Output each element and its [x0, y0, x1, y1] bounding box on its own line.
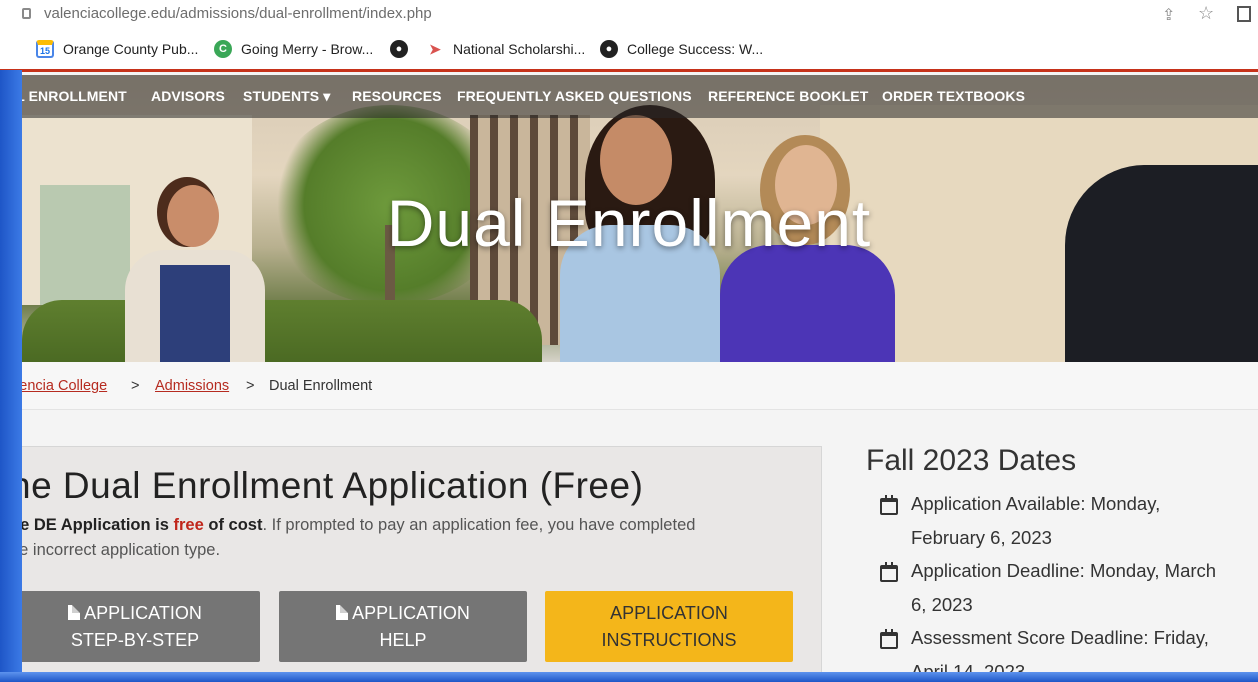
hero-title: Dual Enrollment — [386, 186, 872, 260]
application-step-by-step-button[interactable]: APPLICATION STEP-BY-STEP — [10, 591, 260, 662]
screenshot-frame-bottom — [0, 672, 1258, 682]
application-title: he Dual Enrollment Application (Free) — [10, 465, 644, 506]
date-line: Application Deadline: Monday, March — [911, 560, 1217, 581]
bookmark-label: Going Merry - Brow... — [241, 41, 374, 57]
calendar-icon: 15 — [36, 40, 54, 58]
button-label: APPLICATION — [352, 602, 470, 623]
bookmark-label: College Success: W... — [627, 41, 764, 57]
shrubs — [22, 300, 542, 362]
nav-dual-enrollment[interactable]: AL ENROLLMENT — [6, 88, 127, 104]
main-nav: AL ENROLLMENT ADVISORS STUDENTS ▾ RESOUR… — [0, 75, 1258, 118]
bookmark-star-icon[interactable]: ☆ — [1198, 3, 1214, 24]
button-label: APPLICATION — [610, 602, 728, 623]
nav-advisors[interactable]: ADVISORS — [151, 88, 225, 104]
button-label: STEP-BY-STEP — [70, 629, 200, 650]
bookmark-college-success[interactable]: ● College Success: W... — [600, 40, 763, 58]
window-icon[interactable] — [1237, 6, 1251, 22]
bookmark-going-merry[interactable]: C Going Merry - Brow... — [214, 40, 373, 58]
document-icon — [336, 604, 349, 620]
airplane-icon: ➤ — [429, 40, 441, 57]
breadcrumb-separator: > — [246, 378, 255, 394]
going-merry-icon: C — [214, 40, 232, 58]
note-rest: . If prompted to pay an application fee,… — [262, 516, 696, 534]
fall-dates-title: Fall 2023 Dates — [866, 444, 1077, 477]
calendar-icon — [880, 629, 898, 649]
date-line: 6, 2023 — [911, 594, 973, 615]
bookmark-globe[interactable]: ● — [390, 40, 417, 58]
date-line: Assessment Score Deadline: Friday, — [911, 627, 1209, 648]
note-bold-cost: of cost — [208, 516, 263, 534]
globe-icon: ● — [390, 40, 408, 58]
date-line: Application Available: Monday, — [911, 493, 1161, 514]
globe-icon: ● — [600, 40, 618, 58]
nav-resources[interactable]: RESOURCES — [352, 88, 442, 104]
breadcrumb-admissions-link[interactable]: Admissions — [155, 378, 229, 394]
application-instructions-button[interactable]: APPLICATION INSTRUCTIONS — [545, 591, 793, 662]
note-bold-prefix: he DE Application is — [10, 516, 169, 534]
share-icon[interactable]: ⇪ — [1162, 5, 1175, 25]
application-help-button[interactable]: APPLICATION HELP — [279, 591, 527, 662]
nav-order-textbooks[interactable]: ORDER TEXTBOOKS — [882, 88, 1025, 104]
button-label: INSTRUCTIONS — [601, 629, 737, 650]
url-text[interactable]: valenciacollege.edu/admissions/dual-enro… — [44, 5, 432, 22]
application-note-line2: ne incorrect application type. — [10, 541, 221, 559]
breadcrumb: alencia College > Admissions > Dual Enro… — [0, 362, 1258, 410]
button-label: HELP — [379, 629, 427, 650]
button-label: APPLICATION — [84, 602, 202, 623]
breadcrumb-current: Dual Enrollment — [269, 378, 373, 394]
nav-students[interactable]: STUDENTS ▾ — [243, 88, 330, 105]
calendar-icon — [880, 562, 898, 582]
bookmark-label: National Scholarshi... — [453, 41, 586, 57]
lock-icon — [22, 8, 31, 19]
breadcrumb-separator: > — [131, 378, 140, 394]
nav-faq[interactable]: FREQUENTLY ASKED QUESTIONS — [457, 88, 692, 104]
address-bar[interactable]: valenciacollege.edu/admissions/dual-enro… — [0, 0, 1258, 28]
bookmarks-bar: 15 Orange County Pub... C Going Merry - … — [0, 28, 1258, 72]
calendar-icon — [880, 495, 898, 515]
nav-reference-booklet[interactable]: REFERENCE BOOKLET — [708, 88, 868, 104]
bookmark-label: Orange County Pub... — [63, 41, 199, 57]
bookmark-orange-county[interactable]: 15 Orange County Pub... — [36, 40, 198, 58]
note-free: free — [173, 516, 204, 534]
document-icon — [68, 604, 81, 620]
application-note-line1: he DE Application is free of cost. If pr… — [10, 516, 695, 535]
breadcrumb-home-link[interactable]: alencia College — [8, 378, 107, 394]
date-line: February 6, 2023 — [911, 527, 1052, 548]
bookmark-national-scholarship[interactable]: ➤ National Scholarshi... — [426, 40, 585, 58]
screenshot-frame-left — [0, 70, 22, 682]
